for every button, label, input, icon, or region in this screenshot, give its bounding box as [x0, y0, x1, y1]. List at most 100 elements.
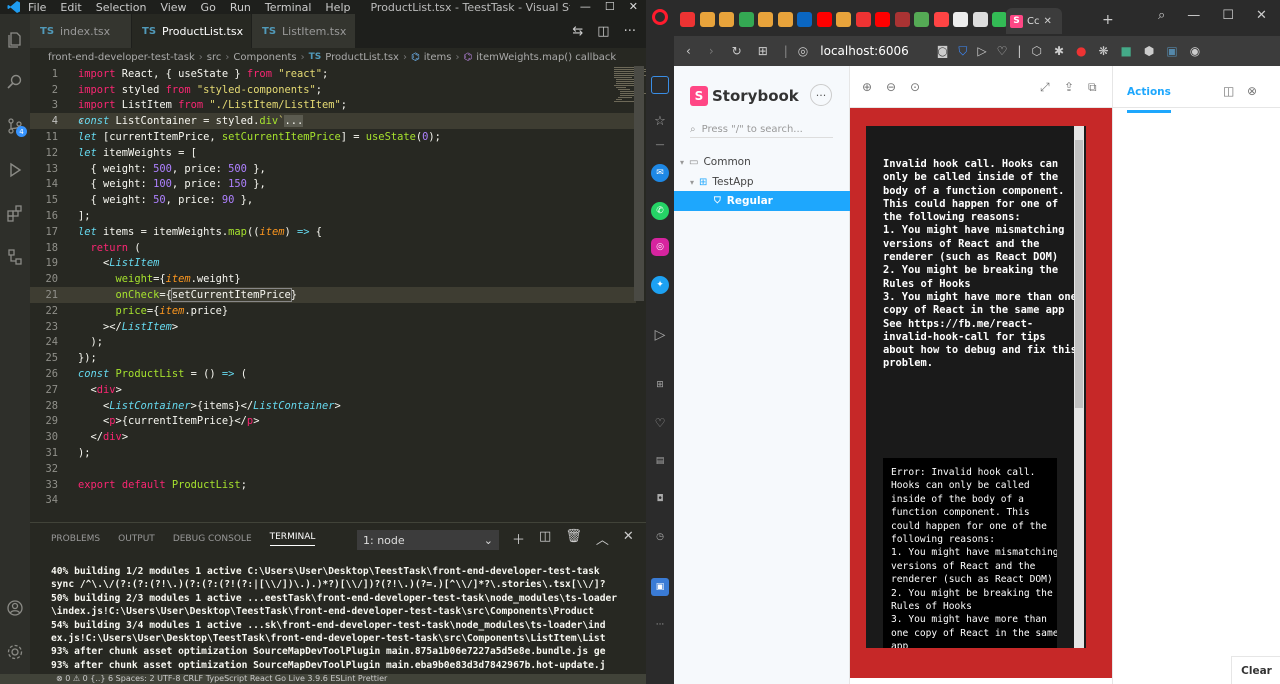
trash-icon[interactable]: 🗑	[565, 529, 582, 548]
active-browser-tab[interactable]: S Cc ✕	[1006, 8, 1062, 34]
twitter-icon[interactable]: ✦	[651, 276, 669, 294]
compare-changes-icon[interactable]: ⇆	[572, 24, 583, 39]
breadcrumb-item[interactable]: src	[207, 52, 222, 63]
code-line[interactable]: 28 <ListContainer>{items}</ListContainer…	[30, 398, 636, 414]
code-line[interactable]: 31);	[30, 445, 636, 461]
code-line[interactable]: › 4 const ListContainer = styled.div`...	[30, 113, 636, 130]
cast-icon[interactable]: ▣	[1166, 44, 1177, 58]
code-line[interactable]: 16];	[30, 208, 636, 224]
camera-icon[interactable]: ◙	[937, 44, 949, 58]
code-line[interactable]: 15 { weight: 50, price: 90 },	[30, 192, 636, 208]
breadcrumb-item[interactable]: items	[424, 52, 452, 63]
clear-button[interactable]: Clear	[1231, 656, 1280, 684]
tab-debug-console[interactable]: DEBUG CONSOLE	[173, 534, 252, 544]
zoom-out-icon[interactable]: ⊖	[886, 80, 896, 94]
panel-orientation-icon[interactable]: ◫	[1223, 84, 1234, 98]
minimize-icon[interactable]: —	[1187, 8, 1200, 23]
menu-item-terminal[interactable]: Terminal	[265, 1, 312, 14]
tab-index[interactable]: TS index.tsx	[30, 14, 132, 48]
settings-gear-icon[interactable]: ✱	[1054, 44, 1064, 58]
extension-icon[interactable]: ■	[1121, 44, 1132, 58]
editor-scrollbar[interactable]	[634, 66, 644, 301]
code-editor[interactable]: 1 import React, { useState } from "react"…	[30, 66, 646, 522]
code-line[interactable]: 25});	[30, 350, 636, 366]
browser-tab-favicon-icon[interactable]	[894, 12, 910, 27]
browser-tab-favicon-icon[interactable]	[758, 12, 773, 27]
more-actions-icon[interactable]: ···	[624, 24, 636, 39]
search-tabs-icon[interactable]: ⌕	[1158, 8, 1165, 23]
code-line[interactable]: 3 import ListItem from "./ListItem/ListIt…	[30, 98, 636, 114]
menu-item-view[interactable]: View	[160, 1, 186, 14]
search-icon[interactable]	[0, 68, 30, 96]
code-line[interactable]: 26 const ProductList = () => (	[30, 366, 636, 382]
zoom-in-icon[interactable]: ⊕	[862, 80, 872, 94]
remote-explorer-icon[interactable]	[0, 243, 30, 271]
code-line[interactable]: 17 let items = itemWeights.map((item) => …	[30, 224, 636, 240]
breadcrumb-item[interactable]: itemWeights.map() callback	[476, 52, 616, 63]
send-icon[interactable]: ▷	[977, 44, 986, 58]
code-line[interactable]: 18 return (	[30, 240, 636, 256]
error-scrollbar[interactable]	[1074, 126, 1084, 648]
vpn-shield-icon[interactable]: ⛉	[958, 44, 967, 59]
heart-icon[interactable]: ♡	[651, 414, 669, 432]
menu-item-edit[interactable]: Edit	[60, 1, 81, 14]
split-editor-icon[interactable]: ◫	[597, 24, 609, 39]
news-icon[interactable]: ▤	[651, 452, 669, 470]
code-line[interactable]: 13 { weight: 500, price: 500 },	[30, 161, 636, 177]
extension-icon[interactable]: ▣	[651, 578, 669, 596]
menu-item-selection[interactable]: Selection	[96, 1, 147, 14]
account-icon[interactable]	[0, 594, 30, 622]
new-tab-icon[interactable]: +	[1102, 12, 1114, 28]
heart-icon[interactable]: ♡	[997, 44, 1008, 58]
browser-tab-favicon-icon[interactable]	[953, 12, 968, 27]
code-line[interactable]: 19 <ListItem	[30, 256, 636, 272]
code-line[interactable]: 12 let itemWeights = [	[30, 145, 636, 161]
tab-terminal[interactable]: TERMINAL	[269, 532, 316, 546]
browser-tab-favicon-icon[interactable]	[719, 12, 734, 27]
tree-component-testapp[interactable]: ▾ ⊞ TestApp	[690, 176, 754, 188]
browser-tab-favicon-icon[interactable]	[816, 12, 832, 27]
maximize-icon[interactable]: ☐	[1222, 8, 1234, 23]
run-debug-icon[interactable]	[0, 156, 30, 184]
search-input[interactable]: Press "/" to search...	[702, 124, 803, 135]
browser-tab-favicon-icon[interactable]	[855, 12, 871, 27]
terminal-output[interactable]: 40% building 1/2 modules 1 active C:\Use…	[51, 565, 641, 672]
tabs-grid-icon[interactable]: ⊞	[758, 44, 768, 58]
close-tab-icon[interactable]: ✕	[1043, 16, 1051, 27]
explorer-icon[interactable]	[0, 26, 30, 54]
settings-gear-icon[interactable]	[0, 638, 30, 666]
fullscreen-icon[interactable]: ⤢	[1040, 80, 1050, 95]
code-line[interactable]: 2 import styled from "styled-components";	[30, 82, 636, 98]
close-panel-icon[interactable]: ⊗	[1247, 84, 1257, 98]
instagram-icon[interactable]: ◎	[651, 238, 669, 256]
maximize-icon[interactable]: ☐	[605, 0, 615, 13]
whatsapp-icon[interactable]: ✆	[651, 202, 669, 220]
browser-tab-favicon-icon[interactable]	[738, 12, 754, 27]
tree-story-regular[interactable]: ⛉ Regular	[674, 191, 850, 211]
browser-tab-favicon-icon[interactable]	[875, 12, 890, 27]
browser-tab-favicon-icon[interactable]	[914, 12, 929, 27]
forward-icon[interactable]: ›	[709, 44, 714, 58]
code-line[interactable]: 20 weight={item.weight}	[30, 271, 636, 287]
code-line[interactable]: 1 import React, { useState } from "react"…	[30, 66, 636, 82]
extension-icon[interactable]: ●	[1076, 44, 1086, 58]
history-icon[interactable]: ◷	[651, 528, 669, 546]
code-line[interactable]: 14 { weight: 100, price: 150 },	[30, 177, 636, 193]
code-line[interactable]: 22 price={item.price}	[30, 303, 636, 319]
reload-icon[interactable]: ↻	[732, 44, 742, 58]
close-icon[interactable]: ✕	[629, 0, 638, 13]
browser-tab-favicon-icon[interactable]	[797, 12, 812, 27]
menu-icon[interactable]: ···	[810, 84, 832, 106]
fold-chevron-icon[interactable]: ›	[78, 115, 84, 127]
apps-grid-icon[interactable]: ⊞	[651, 376, 669, 394]
home-icon[interactable]	[651, 76, 669, 94]
tab-productlist[interactable]: TS ProductList.tsx ✕	[132, 14, 266, 48]
code-line[interactable]: 32	[30, 461, 636, 477]
url-field[interactable]: localhost:6006	[820, 44, 908, 58]
menu-item-help[interactable]: Help	[325, 1, 350, 14]
send-icon[interactable]: ▷	[651, 326, 669, 344]
browser-tab-favicon-icon[interactable]	[972, 12, 988, 27]
browser-tab-favicon-icon[interactable]	[992, 12, 1007, 27]
account-icon[interactable]: ◉	[1190, 44, 1200, 58]
search-box[interactable]: ⌕ Press "/" to search...	[690, 122, 833, 138]
